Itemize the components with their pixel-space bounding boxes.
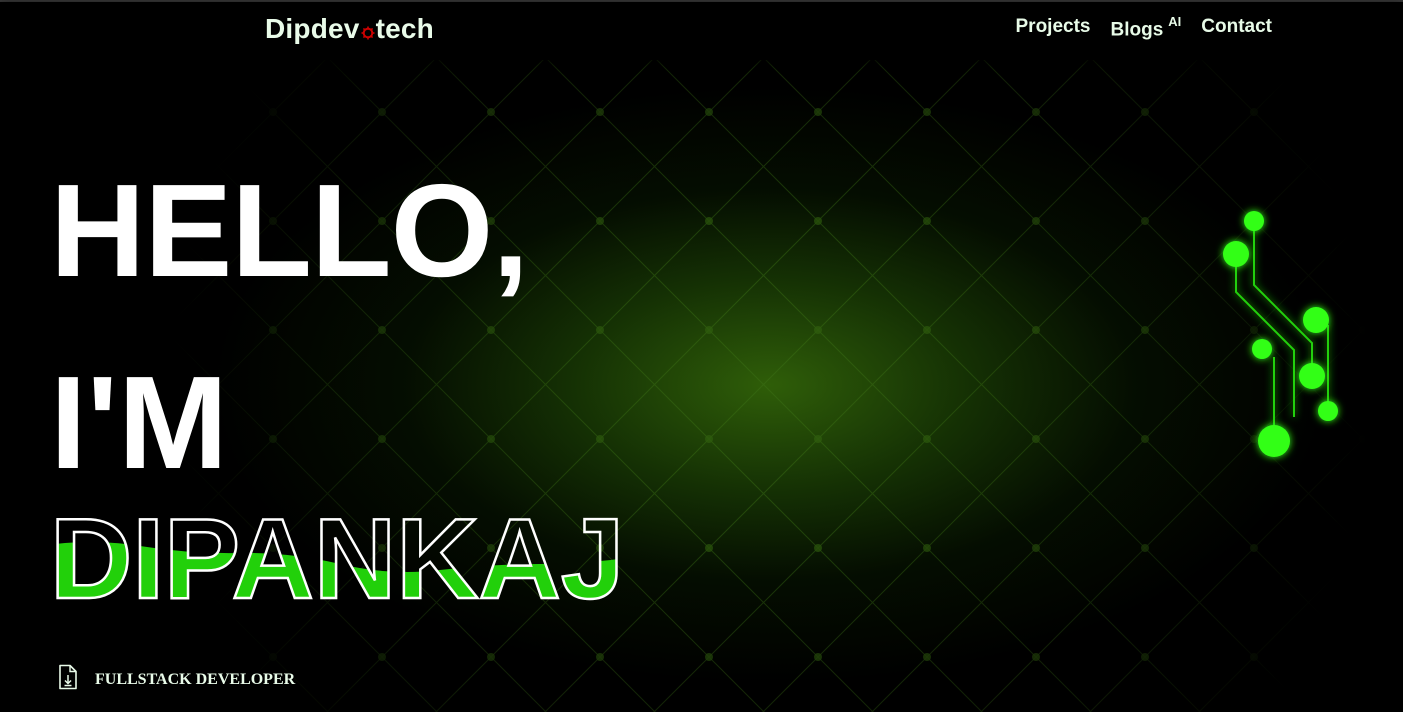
hero-intro: I'M xyxy=(50,349,229,496)
hero-greeting: HELLO, xyxy=(50,157,529,304)
ai-badge: AI xyxy=(1168,14,1182,29)
nav-item-label: Blogs xyxy=(1110,19,1164,41)
nav-item-contact[interactable]: Contact xyxy=(1201,16,1272,38)
nav-item-label: Projects xyxy=(1015,16,1091,37)
gear-icon xyxy=(361,15,375,40)
role-row[interactable]: FULLSTACK DEVELOPER xyxy=(57,664,295,695)
nav-item-label: Contact xyxy=(1201,16,1272,37)
brand-text-before: Dipdev xyxy=(265,13,360,44)
file-download-icon[interactable] xyxy=(57,664,79,695)
navbar: Dipdev tech Projects Blogs AI Contact xyxy=(0,2,1403,60)
brand-text-after: tech xyxy=(375,13,434,44)
hero-name-outline: DIPANKAJ xyxy=(50,498,624,610)
role-label: FULLSTACK DEVELOPER xyxy=(95,670,296,688)
brand-logo[interactable]: Dipdev tech xyxy=(265,13,434,45)
nav-item-projects[interactable]: Projects xyxy=(1016,16,1091,38)
nav-item-blogs[interactable]: Blogs AI xyxy=(1110,14,1182,41)
main-nav: Projects Blogs AI Contact xyxy=(1016,14,1273,41)
circuit-graphic xyxy=(1223,211,1338,457)
hero-name: DIPANKAJ DIPANKAJ xyxy=(49,498,626,610)
page: Dipdev tech Projects Blogs AI Contact HELL… xyxy=(0,0,1403,712)
